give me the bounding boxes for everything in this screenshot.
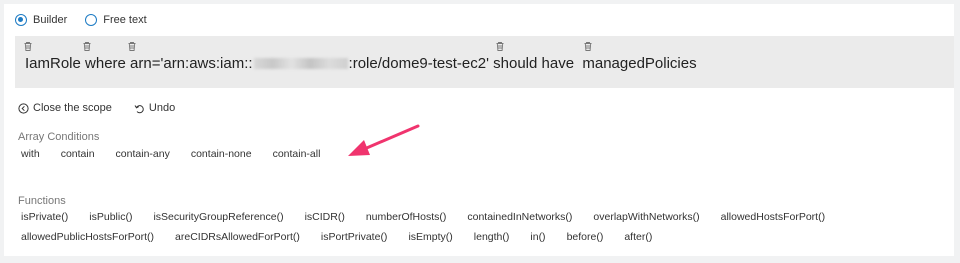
- functions-heading: Functions: [18, 195, 66, 207]
- function-containedinnetworks[interactable]: containedInNetworks(): [467, 211, 572, 223]
- function-after[interactable]: after(): [624, 231, 652, 243]
- scope-actions: Close the scope Undo: [18, 102, 197, 114]
- trash-icon[interactable]: [83, 42, 91, 51]
- condition-with[interactable]: with: [21, 148, 40, 160]
- undo-button[interactable]: Undo: [134, 102, 175, 114]
- function-overlapwithnetworks[interactable]: overlapWithNetworks(): [593, 211, 699, 223]
- builder-radio[interactable]: [15, 14, 27, 26]
- function-before[interactable]: before(): [567, 231, 604, 243]
- query-text-end: :role/dome9-test-ec2' should have manage…: [348, 55, 697, 72]
- free-text-radio-label: Free text: [103, 14, 147, 26]
- functions-row-2: allowedPublicHostsForPort() areCIDRsAllo…: [21, 231, 673, 243]
- trash-icon[interactable]: [584, 42, 592, 51]
- close-scope-label: Close the scope: [33, 102, 112, 114]
- condition-contain-any[interactable]: contain-any: [116, 148, 170, 160]
- annotation-arrow-icon: [348, 124, 420, 156]
- function-numberofhosts[interactable]: numberOfHosts(): [366, 211, 447, 223]
- trash-icon[interactable]: [24, 42, 32, 51]
- query-text: IamRole where arn='arn:aws:iam:::role/do…: [25, 55, 697, 72]
- circle-chevron-left-icon: [18, 102, 29, 114]
- function-iscidr[interactable]: isCIDR(): [305, 211, 345, 223]
- function-in[interactable]: in(): [530, 231, 545, 243]
- query-expression-box: IamRole where arn='arn:aws:iam:::role/do…: [15, 36, 954, 88]
- trash-icon[interactable]: [128, 42, 136, 51]
- function-issecuritygroupreference[interactable]: isSecurityGroupReference(): [153, 211, 283, 223]
- builder-radio-label: Builder: [33, 14, 68, 26]
- mode-selector: Builder Free text: [15, 14, 165, 26]
- redacted-account-id: [253, 58, 348, 69]
- array-conditions-list: with contain contain-any contain-none co…: [21, 148, 341, 160]
- function-length[interactable]: length(): [474, 231, 510, 243]
- undo-icon: [134, 104, 144, 113]
- query-text-start: IamRole where arn='arn:aws:iam::: [25, 55, 253, 72]
- undo-label: Undo: [148, 102, 176, 114]
- function-allowedpublichostsforport[interactable]: allowedPublicHostsForPort(): [21, 231, 154, 243]
- function-ispublic[interactable]: isPublic(): [89, 211, 132, 223]
- function-allowedhostsforport[interactable]: allowedHostsForPort(): [721, 211, 825, 223]
- function-isempty[interactable]: isEmpty(): [408, 231, 452, 243]
- function-isprivate[interactable]: isPrivate(): [21, 211, 68, 223]
- function-arecidrsallowedforport[interactable]: areCIDRsAllowedForPort(): [175, 231, 300, 243]
- query-builder-panel: Builder Free text IamRole where arn='arn…: [4, 4, 954, 256]
- function-isportprivate[interactable]: isPortPrivate(): [321, 231, 388, 243]
- condition-contain-none[interactable]: contain-none: [191, 148, 252, 160]
- condition-contain-all[interactable]: contain-all: [273, 148, 321, 160]
- array-conditions-heading: Array Conditions: [18, 131, 100, 143]
- builder-radio-option[interactable]: Builder: [15, 14, 67, 26]
- free-text-radio[interactable]: [85, 14, 98, 26]
- close-scope-button[interactable]: Close the scope: [18, 102, 112, 114]
- free-text-radio-option[interactable]: Free text: [85, 14, 147, 26]
- functions-row-1: isPrivate() isPublic() isSecurityGroupRe…: [21, 211, 846, 223]
- condition-contain[interactable]: contain: [61, 148, 95, 160]
- trash-icon[interactable]: [496, 42, 504, 51]
